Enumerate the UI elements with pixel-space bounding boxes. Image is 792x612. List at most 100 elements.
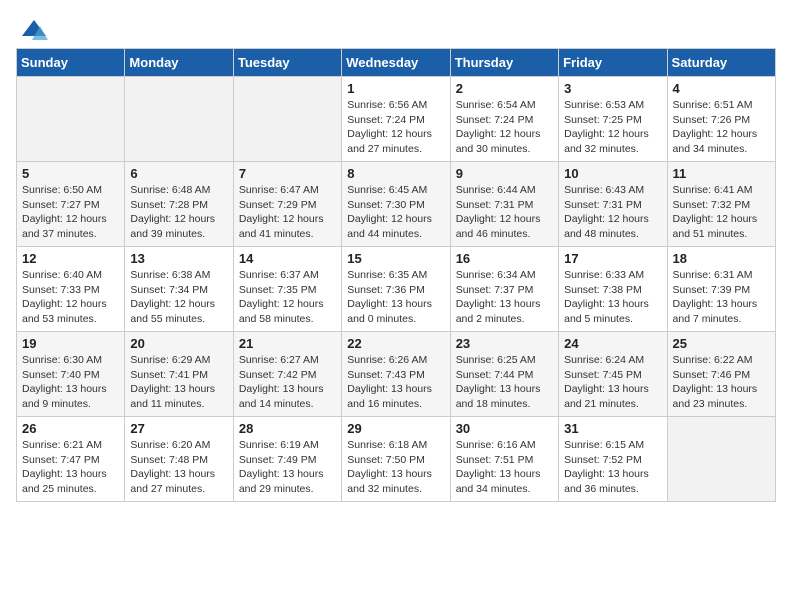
- calendar-cell: 15Sunrise: 6:35 AM Sunset: 7:36 PM Dayli…: [342, 247, 450, 332]
- day-info: Sunrise: 6:24 AM Sunset: 7:45 PM Dayligh…: [564, 353, 661, 412]
- calendar-cell: 29Sunrise: 6:18 AM Sunset: 7:50 PM Dayli…: [342, 417, 450, 502]
- day-number: 15: [347, 251, 444, 266]
- calendar-cell: 6 Sunrise: 6:48 AM Sunset: 7:28 PM Daylig…: [125, 162, 233, 247]
- day-number: 18: [673, 251, 770, 266]
- calendar-cell: 3Sunrise: 6:53 AM Sunset: 7:25 PM Daylig…: [559, 77, 667, 162]
- calendar-cell: [233, 77, 341, 162]
- weekday-header-thursday: Thursday: [450, 49, 558, 77]
- day-info: Sunrise: 6:15 AM Sunset: 7:52 PM Dayligh…: [564, 438, 661, 497]
- calendar-cell: 25 Sunrise: 6:22 AM Sunset: 7:46 PM Dayli…: [667, 332, 775, 417]
- day-number: 30: [456, 421, 553, 436]
- day-info: Sunrise: 6:31 AM Sunset: 7:39 PM Dayligh…: [673, 268, 770, 327]
- day-number: 14: [239, 251, 336, 266]
- day-info: Sunrise: 6:25 AM Sunset: 7:44 PM Dayligh…: [456, 353, 553, 412]
- day-info: Sunrise: 6:34 AM Sunset: 7:37 PM Dayligh…: [456, 268, 553, 327]
- calendar-cell: 11 Sunrise: 6:41 AM Sunset: 7:32 PM Dayli…: [667, 162, 775, 247]
- weekday-header-sunday: Sunday: [17, 49, 125, 77]
- day-info: Sunrise: 6:18 AM Sunset: 7:50 PM Dayligh…: [347, 438, 444, 497]
- day-info: Sunrise: 6:27 AM Sunset: 7:42 PM Dayligh…: [239, 353, 336, 412]
- day-number: 8: [347, 166, 444, 181]
- logo: [16, 16, 48, 38]
- weekday-header-saturday: Saturday: [667, 49, 775, 77]
- day-number: 26: [22, 421, 119, 436]
- day-number: 22: [347, 336, 444, 351]
- calendar-cell: 10 Sunrise: 6:43 AM Sunset: 7:31 PM Dayli…: [559, 162, 667, 247]
- calendar-cell: 13 Sunrise: 6:38 AM Sunset: 7:34 PM Dayli…: [125, 247, 233, 332]
- day-info: Sunrise: 6:20 AM Sunset: 7:48 PM Dayligh…: [130, 438, 227, 497]
- page-header: [16, 16, 776, 38]
- calendar-table: SundayMondayTuesdayWednesdayThursdayFrid…: [16, 48, 776, 502]
- calendar-cell: 28 Sunrise: 6:19 AM Sunset: 7:49 PM Dayli…: [233, 417, 341, 502]
- calendar-cell: 22 Sunrise: 6:26 AM Sunset: 7:43 PM Dayli…: [342, 332, 450, 417]
- day-number: 3: [564, 81, 661, 96]
- day-number: 12: [22, 251, 119, 266]
- day-info: Sunrise: 6:22 AM Sunset: 7:46 PM Dayligh…: [673, 353, 770, 412]
- calendar-cell: 1Sunrise: 6:56 AM Sunset: 7:24 PM Daylig…: [342, 77, 450, 162]
- calendar-week-row: 5Sunrise: 6:50 AM Sunset: 7:27 PM Daylig…: [17, 162, 776, 247]
- day-info: Sunrise: 6:30 AM Sunset: 7:40 PM Dayligh…: [22, 353, 119, 412]
- day-number: 21: [239, 336, 336, 351]
- weekday-header-friday: Friday: [559, 49, 667, 77]
- day-info: Sunrise: 6:54 AM Sunset: 7:24 PM Dayligh…: [456, 98, 553, 157]
- calendar-week-row: 26 Sunrise: 6:21 AM Sunset: 7:47 PM Dayli…: [17, 417, 776, 502]
- day-number: 11: [673, 166, 770, 181]
- day-number: 23: [456, 336, 553, 351]
- day-info: Sunrise: 6:40 AM Sunset: 7:33 PM Dayligh…: [22, 268, 119, 327]
- day-number: 28: [239, 421, 336, 436]
- calendar-cell: 30 Sunrise: 6:16 AM Sunset: 7:51 PM Dayli…: [450, 417, 558, 502]
- day-info: Sunrise: 6:38 AM Sunset: 7:34 PM Dayligh…: [130, 268, 227, 327]
- calendar-cell: 14 Sunrise: 6:37 AM Sunset: 7:35 PM Dayli…: [233, 247, 341, 332]
- day-info: Sunrise: 6:41 AM Sunset: 7:32 PM Dayligh…: [673, 183, 770, 242]
- day-info: Sunrise: 6:29 AM Sunset: 7:41 PM Dayligh…: [130, 353, 227, 412]
- day-info: Sunrise: 6:47 AM Sunset: 7:29 PM Dayligh…: [239, 183, 336, 242]
- day-number: 5: [22, 166, 119, 181]
- weekday-header-monday: Monday: [125, 49, 233, 77]
- calendar-cell: [667, 417, 775, 502]
- day-info: Sunrise: 6:33 AM Sunset: 7:38 PM Dayligh…: [564, 268, 661, 327]
- weekday-header-row: SundayMondayTuesdayWednesdayThursdayFrid…: [17, 49, 776, 77]
- day-number: 19: [22, 336, 119, 351]
- day-info: Sunrise: 6:37 AM Sunset: 7:35 PM Dayligh…: [239, 268, 336, 327]
- day-number: 24: [564, 336, 661, 351]
- day-info: Sunrise: 6:16 AM Sunset: 7:51 PM Dayligh…: [456, 438, 553, 497]
- calendar-cell: 17 Sunrise: 6:33 AM Sunset: 7:38 PM Dayli…: [559, 247, 667, 332]
- day-info: Sunrise: 6:45 AM Sunset: 7:30 PM Dayligh…: [347, 183, 444, 242]
- day-info: Sunrise: 6:26 AM Sunset: 7:43 PM Dayligh…: [347, 353, 444, 412]
- calendar-cell: 20 Sunrise: 6:29 AM Sunset: 7:41 PM Dayli…: [125, 332, 233, 417]
- calendar-cell: [17, 77, 125, 162]
- calendar-cell: 8 Sunrise: 6:45 AM Sunset: 7:30 PM Daylig…: [342, 162, 450, 247]
- day-number: 31: [564, 421, 661, 436]
- calendar-week-row: 1Sunrise: 6:56 AM Sunset: 7:24 PM Daylig…: [17, 77, 776, 162]
- calendar-cell: 18 Sunrise: 6:31 AM Sunset: 7:39 PM Dayli…: [667, 247, 775, 332]
- day-info: Sunrise: 6:44 AM Sunset: 7:31 PM Dayligh…: [456, 183, 553, 242]
- weekday-header-tuesday: Tuesday: [233, 49, 341, 77]
- calendar-cell: 5Sunrise: 6:50 AM Sunset: 7:27 PM Daylig…: [17, 162, 125, 247]
- weekday-header-wednesday: Wednesday: [342, 49, 450, 77]
- calendar-cell: [125, 77, 233, 162]
- calendar-cell: 21 Sunrise: 6:27 AM Sunset: 7:42 PM Dayli…: [233, 332, 341, 417]
- calendar-cell: 2 Sunrise: 6:54 AM Sunset: 7:24 PM Daylig…: [450, 77, 558, 162]
- calendar-week-row: 19 Sunrise: 6:30 AM Sunset: 7:40 PM Dayli…: [17, 332, 776, 417]
- calendar-cell: 27 Sunrise: 6:20 AM Sunset: 7:48 PM Dayli…: [125, 417, 233, 502]
- calendar-cell: 7 Sunrise: 6:47 AM Sunset: 7:29 PM Daylig…: [233, 162, 341, 247]
- day-number: 27: [130, 421, 227, 436]
- day-number: 20: [130, 336, 227, 351]
- day-info: Sunrise: 6:48 AM Sunset: 7:28 PM Dayligh…: [130, 183, 227, 242]
- day-info: Sunrise: 6:43 AM Sunset: 7:31 PM Dayligh…: [564, 183, 661, 242]
- day-number: 16: [456, 251, 553, 266]
- day-info: Sunrise: 6:21 AM Sunset: 7:47 PM Dayligh…: [22, 438, 119, 497]
- day-number: 17: [564, 251, 661, 266]
- day-number: 2: [456, 81, 553, 96]
- day-number: 9: [456, 166, 553, 181]
- calendar-cell: 19 Sunrise: 6:30 AM Sunset: 7:40 PM Dayli…: [17, 332, 125, 417]
- day-number: 25: [673, 336, 770, 351]
- calendar-cell: 12 Sunrise: 6:40 AM Sunset: 7:33 PM Dayli…: [17, 247, 125, 332]
- day-info: Sunrise: 6:19 AM Sunset: 7:49 PM Dayligh…: [239, 438, 336, 497]
- logo-icon: [20, 16, 48, 44]
- day-number: 6: [130, 166, 227, 181]
- day-number: 10: [564, 166, 661, 181]
- day-number: 7: [239, 166, 336, 181]
- calendar-cell: 23 Sunrise: 6:25 AM Sunset: 7:44 PM Dayli…: [450, 332, 558, 417]
- day-number: 13: [130, 251, 227, 266]
- calendar-cell: 31 Sunrise: 6:15 AM Sunset: 7:52 PM Dayli…: [559, 417, 667, 502]
